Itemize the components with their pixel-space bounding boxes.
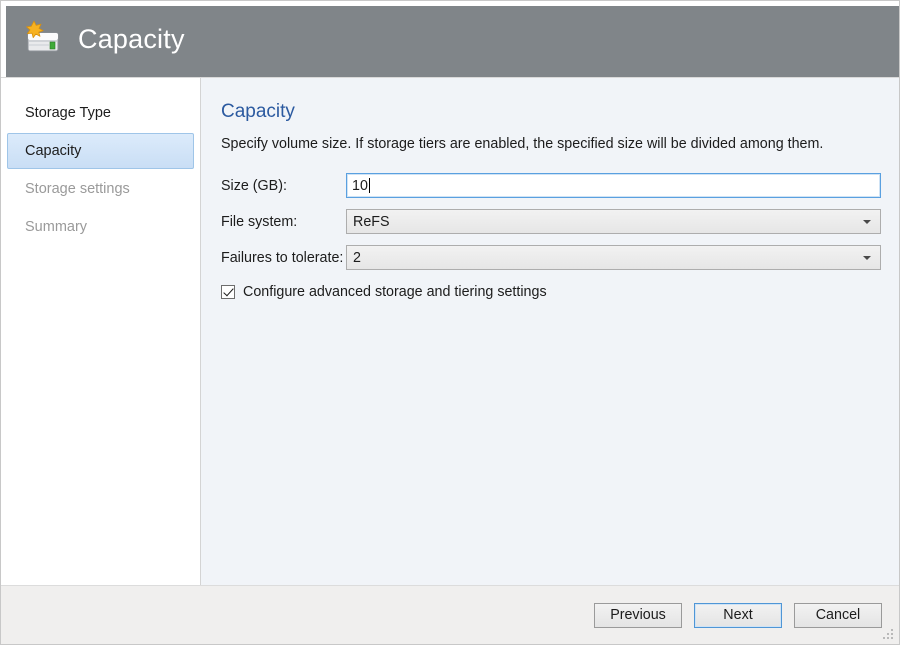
failures-to-tolerate-label: Failures to tolerate: — [221, 250, 346, 266]
sidebar-item-label: Storage settings — [25, 181, 130, 197]
advanced-settings-checkbox-row[interactable]: Configure advanced storage and tiering s… — [221, 284, 881, 300]
file-system-select[interactable]: ReFS — [346, 209, 881, 234]
sidebar-item-storage-settings[interactable]: Storage settings — [7, 171, 194, 207]
size-label: Size (GB): — [221, 178, 346, 194]
text-caret — [369, 178, 370, 193]
new-volume-disk-icon — [20, 19, 64, 59]
wizard-step-nav: Storage Type Capacity Storage settings S… — [1, 78, 201, 585]
main-content: Capacity Specify volume size. If storage… — [201, 78, 899, 585]
file-system-value: ReFS — [353, 214, 390, 230]
resize-grip-icon[interactable] — [882, 628, 895, 641]
window-header: Capacity — [1, 1, 899, 78]
size-input-value: 10 — [352, 178, 368, 194]
cancel-button[interactable]: Cancel — [794, 603, 882, 628]
sidebar-item-storage-type[interactable]: Storage Type — [7, 95, 194, 131]
chevron-down-icon — [863, 256, 871, 260]
sidebar-item-capacity[interactable]: Capacity — [7, 133, 194, 169]
chevron-down-icon — [863, 220, 871, 224]
failures-to-tolerate-field-row: Failures to tolerate: 2 — [221, 245, 881, 270]
advanced-settings-checkbox[interactable] — [221, 285, 235, 299]
capacity-wizard-window: Capacity Storage Type Capacity Storage s… — [0, 0, 900, 645]
previous-button[interactable]: Previous — [594, 603, 682, 628]
page-title: Capacity — [221, 101, 881, 123]
next-button[interactable]: Next — [694, 603, 782, 628]
file-system-field-row: File system: ReFS — [221, 209, 881, 234]
advanced-settings-label: Configure advanced storage and tiering s… — [243, 284, 547, 300]
size-field-row: Size (GB): 10 — [221, 173, 881, 198]
failures-to-tolerate-value: 2 — [353, 250, 361, 266]
sidebar-item-label: Capacity — [25, 143, 81, 159]
size-input[interactable]: 10 — [346, 173, 881, 198]
sidebar-item-summary[interactable]: Summary — [7, 209, 194, 245]
page-description: Specify volume size. If storage tiers ar… — [221, 136, 881, 152]
sidebar-item-label: Storage Type — [25, 105, 111, 121]
file-system-label: File system: — [221, 214, 346, 230]
window-body: Storage Type Capacity Storage settings S… — [1, 78, 899, 585]
sidebar-item-label: Summary — [25, 219, 87, 235]
failures-to-tolerate-select[interactable]: 2 — [346, 245, 881, 270]
window-title: Capacity — [78, 24, 185, 55]
dialog-footer: Previous Next Cancel — [1, 585, 899, 644]
